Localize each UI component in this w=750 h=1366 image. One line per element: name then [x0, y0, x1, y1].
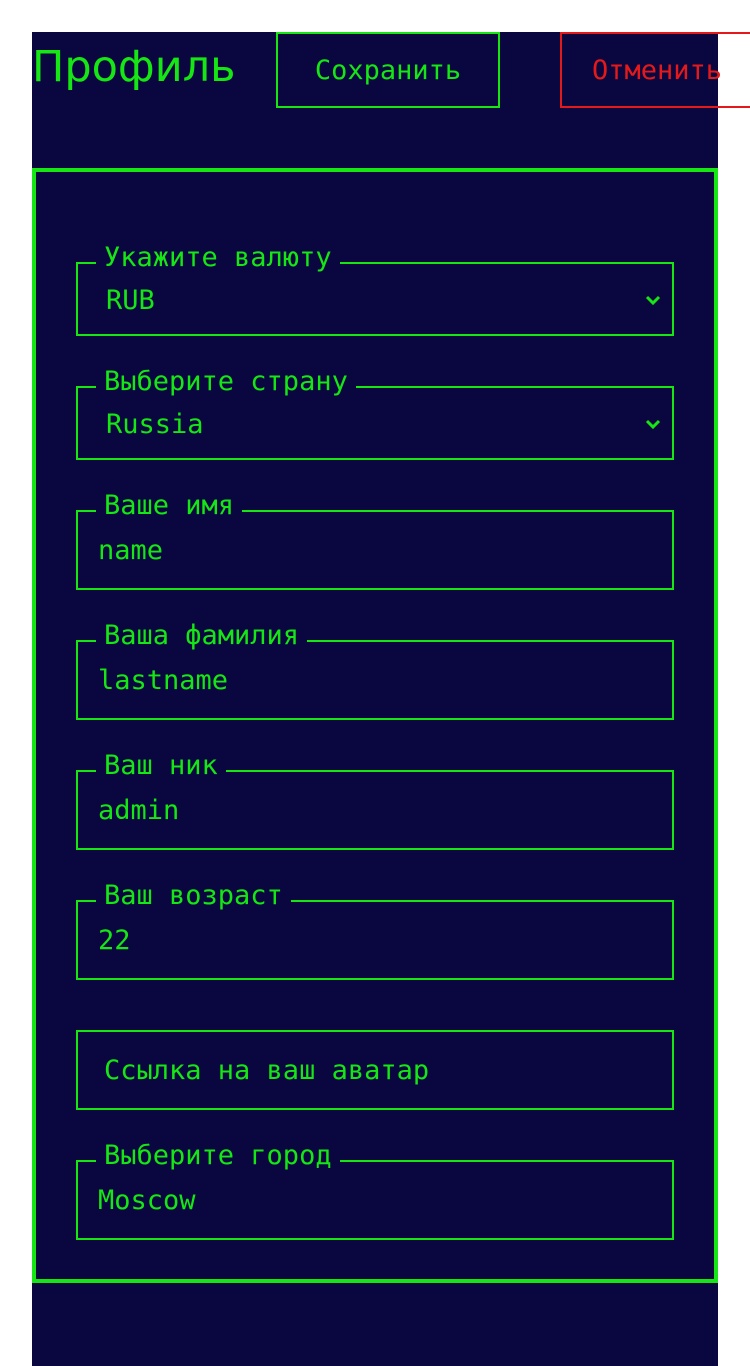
country-value: Russia: [106, 409, 204, 440]
nickname-field[interactable]: Ваш ник admin: [76, 749, 674, 850]
first-name-value: name: [98, 535, 164, 566]
first-name-field[interactable]: Ваше имя name: [76, 489, 674, 590]
age-field[interactable]: Ваш возраст 22: [76, 879, 674, 980]
currency-value: RUB: [106, 285, 155, 316]
age-value: 22: [98, 925, 131, 956]
currency-select[interactable]: Укажите валюту RUB: [76, 241, 674, 336]
last-name-label: Ваша фамилия: [96, 619, 308, 653]
nickname-value: admin: [98, 795, 180, 826]
age-label: Ваш возраст: [96, 879, 291, 913]
page-title: Профиль: [32, 42, 236, 92]
chevron-down-icon: [642, 413, 664, 435]
cancel-button[interactable]: Отменить: [560, 32, 750, 108]
nickname-label: Ваш ник: [96, 749, 226, 783]
chevron-down-icon: [642, 289, 664, 311]
avatar-url-placeholder: Ссылка на ваш аватар: [104, 1055, 430, 1086]
first-name-label: Ваше имя: [96, 489, 243, 523]
city-value: Moscow: [98, 1185, 196, 1216]
last-name-field[interactable]: Ваша фамилия lastname: [76, 619, 674, 720]
save-button[interactable]: Сохранить: [276, 32, 500, 108]
last-name-value: lastname: [98, 665, 229, 696]
city-field[interactable]: Выберите город Moscow: [76, 1139, 674, 1240]
country-label: Выберите страну: [96, 365, 356, 399]
avatar-url-field[interactable]: Ссылка на ваш аватар: [76, 1030, 674, 1110]
currency-label: Укажите валюту: [96, 241, 340, 275]
city-label: Выберите город: [96, 1139, 340, 1173]
country-select[interactable]: Выберите страну Russia: [76, 365, 674, 460]
